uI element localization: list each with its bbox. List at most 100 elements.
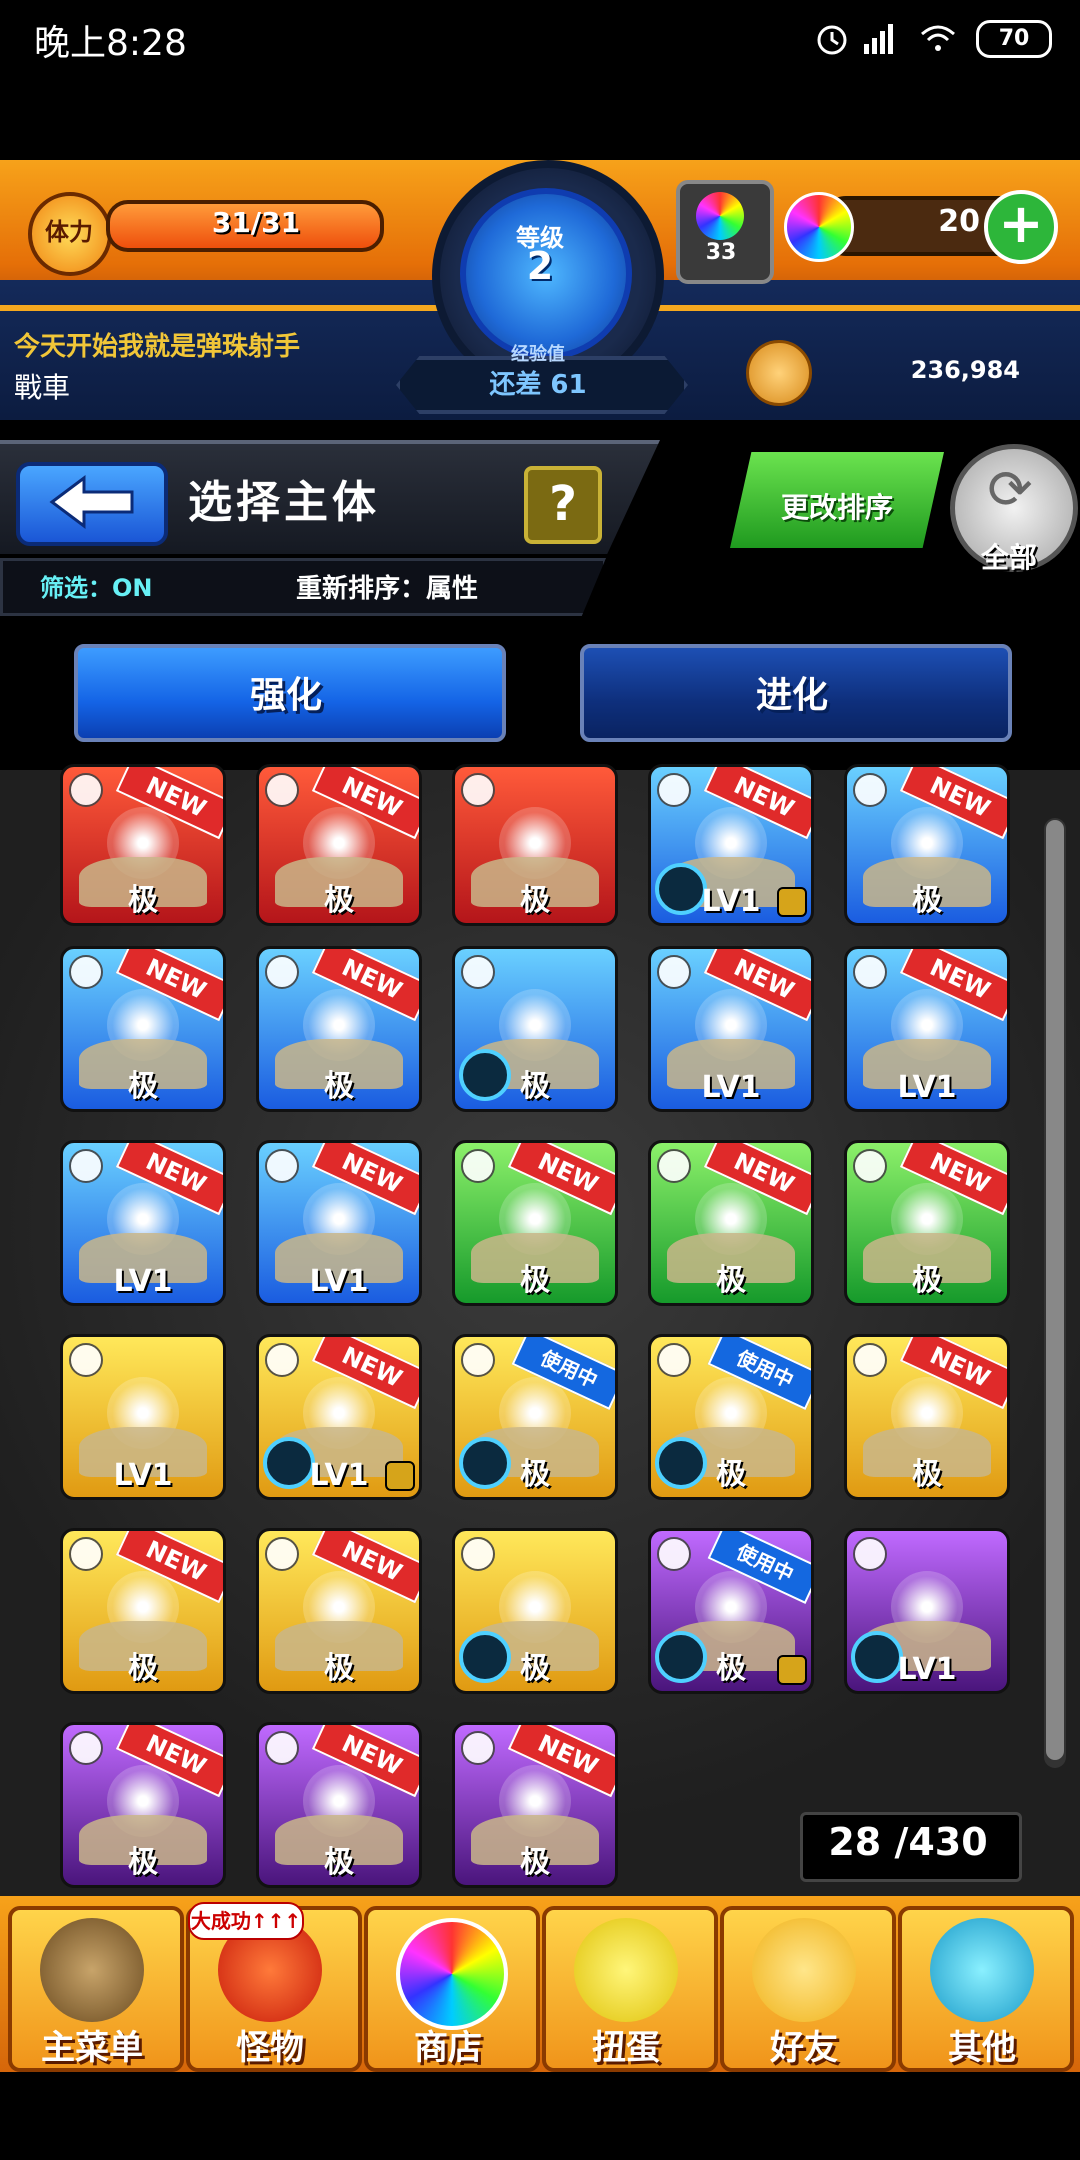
lock-icon bbox=[777, 887, 807, 917]
orb-gauge-count: 33 bbox=[705, 240, 737, 265]
nav-other-label[interactable]: 其他 bbox=[898, 2020, 1066, 2069]
tab-power-up-label[interactable]: 强化 bbox=[74, 666, 498, 718]
monster-card[interactable]: 极 bbox=[452, 764, 618, 926]
monster-level: 极 bbox=[520, 883, 550, 918]
monster-level: 极 bbox=[520, 1845, 550, 1880]
level-value: 2 bbox=[526, 244, 554, 288]
add-orb-button[interactable]: + bbox=[984, 190, 1058, 264]
light-element-icon bbox=[853, 1343, 887, 1377]
monster-level: 极 bbox=[520, 1263, 550, 1298]
monster-card[interactable]: NEW 极 bbox=[256, 764, 422, 926]
back-button[interactable] bbox=[16, 462, 168, 546]
tab-evolve-label[interactable]: 进化 bbox=[580, 666, 1004, 718]
change-sort-label[interactable]: 更改排序 bbox=[740, 486, 934, 526]
scrollbar-thumb[interactable] bbox=[1046, 820, 1064, 1760]
water-element-icon bbox=[265, 1149, 299, 1183]
water-element-icon bbox=[69, 1149, 103, 1183]
monster-card[interactable]: 极 bbox=[452, 1528, 618, 1694]
status-time: 晚上8:28 bbox=[34, 23, 187, 64]
monster-card[interactable]: LV1 bbox=[844, 1528, 1010, 1694]
monster-card[interactable]: NEW 极 bbox=[256, 1722, 422, 1888]
nav-monsters-label[interactable]: 怪物 bbox=[186, 2020, 354, 2069]
light-element-icon bbox=[265, 1343, 299, 1377]
monster-card[interactable]: 极 bbox=[452, 946, 618, 1112]
monster-card[interactable]: NEW 极 bbox=[844, 1334, 1010, 1500]
monster-level: 极 bbox=[912, 1457, 942, 1492]
monster-level: 极 bbox=[324, 1651, 354, 1686]
dark-element-icon bbox=[265, 1731, 299, 1765]
monster-level: LV1 bbox=[897, 1652, 957, 1687]
monster-level: 极 bbox=[912, 883, 942, 918]
monster-level: 极 bbox=[128, 1069, 158, 1104]
monster-card[interactable]: NEW 极 bbox=[452, 1722, 618, 1888]
great-success-badge: 大成功↑↑↑ bbox=[188, 1902, 304, 1940]
monster-card[interactable]: NEW LV1 bbox=[256, 1334, 422, 1500]
filter-toggle[interactable]: 筛选：ON bbox=[40, 568, 153, 603]
lock-icon bbox=[777, 1655, 807, 1685]
system-nav-bar bbox=[0, 2072, 1080, 2160]
orb-count: 20 bbox=[938, 204, 980, 239]
lock-icon bbox=[385, 1461, 415, 1491]
wifi-icon bbox=[921, 25, 955, 51]
help-button[interactable]: ? bbox=[524, 466, 602, 544]
fire-element-icon bbox=[265, 773, 299, 807]
monster-card[interactable]: 使用中极 bbox=[648, 1528, 814, 1694]
monster-level: 极 bbox=[520, 1069, 550, 1104]
light-element-icon bbox=[461, 1537, 495, 1571]
all-label[interactable]: 全部 bbox=[950, 536, 1068, 576]
monster-card[interactable]: 使用中极 bbox=[648, 1334, 814, 1500]
light-element-icon bbox=[265, 1537, 299, 1571]
monster-card[interactable]: NEW 极 bbox=[844, 1140, 1010, 1306]
monster-card[interactable]: NEW 极 bbox=[60, 1722, 226, 1888]
nav-friends-label[interactable]: 好友 bbox=[720, 2020, 888, 2069]
rainbow-orb-icon bbox=[696, 192, 744, 240]
gate-icon bbox=[40, 1918, 144, 2022]
monster-card[interactable]: NEW LV1 bbox=[60, 1140, 226, 1306]
monster-card[interactable]: NEW 极 bbox=[844, 764, 1010, 926]
monster-level: 极 bbox=[520, 1457, 550, 1492]
monster-card[interactable]: NEW 极 bbox=[60, 946, 226, 1112]
box-count: 28 /430 bbox=[828, 1820, 988, 1864]
light-element-icon bbox=[657, 1343, 691, 1377]
battery-indicator: 70 bbox=[976, 20, 1052, 58]
monster-level: 极 bbox=[520, 1651, 550, 1686]
water-element-icon bbox=[461, 955, 495, 989]
water-element-icon bbox=[657, 955, 691, 989]
water-element-icon bbox=[657, 773, 691, 807]
monster-card[interactable]: NEW 极 bbox=[452, 1140, 618, 1306]
monster-level: 极 bbox=[128, 1651, 158, 1686]
monster-card[interactable]: NEW LV1 bbox=[648, 946, 814, 1112]
light-element-icon bbox=[69, 1343, 103, 1377]
monster-card[interactable]: NEW 极 bbox=[648, 1140, 814, 1306]
exp-value: 还差 61 bbox=[489, 370, 587, 400]
water-element-icon bbox=[69, 955, 103, 989]
rainbow-orb-icon bbox=[396, 1918, 508, 2030]
dark-element-icon bbox=[69, 1731, 103, 1765]
monster-card[interactable]: LV1 bbox=[60, 1334, 226, 1500]
fire-element-icon bbox=[69, 773, 103, 807]
coin-icon bbox=[746, 340, 812, 406]
monster-card[interactable]: NEW LV1 bbox=[648, 764, 814, 926]
monster-card[interactable]: NEW 极 bbox=[60, 1528, 226, 1694]
sort-status[interactable]: 重新排序：属性 bbox=[296, 568, 478, 605]
friends-icon bbox=[752, 1918, 856, 2022]
monster-level: 极 bbox=[128, 1845, 158, 1880]
nav-gacha-label[interactable]: 扭蛋 bbox=[542, 2020, 710, 2069]
wood-element-icon bbox=[657, 1149, 691, 1183]
monster-card[interactable]: NEW LV1 bbox=[256, 1140, 422, 1306]
monster-level: 极 bbox=[912, 1263, 942, 1298]
monster-card[interactable]: NEW LV1 bbox=[844, 946, 1010, 1112]
monster-level: 极 bbox=[716, 1457, 746, 1492]
nav-shop-label[interactable]: 商店 bbox=[364, 2020, 532, 2069]
monster-card[interactable]: 使用中极 bbox=[452, 1334, 618, 1500]
monster-card[interactable]: NEW 极 bbox=[60, 764, 226, 926]
dark-element-icon bbox=[853, 1537, 887, 1571]
signal-icon bbox=[864, 24, 893, 54]
back-arrow-icon bbox=[49, 475, 134, 529]
monster-card[interactable]: NEW 极 bbox=[256, 946, 422, 1112]
dark-element-icon bbox=[461, 1731, 495, 1765]
light-element-icon bbox=[461, 1343, 495, 1377]
nav-main-menu-label[interactable]: 主菜单 bbox=[8, 2020, 176, 2069]
orb-icon bbox=[784, 192, 854, 262]
monster-card[interactable]: NEW 极 bbox=[256, 1528, 422, 1694]
